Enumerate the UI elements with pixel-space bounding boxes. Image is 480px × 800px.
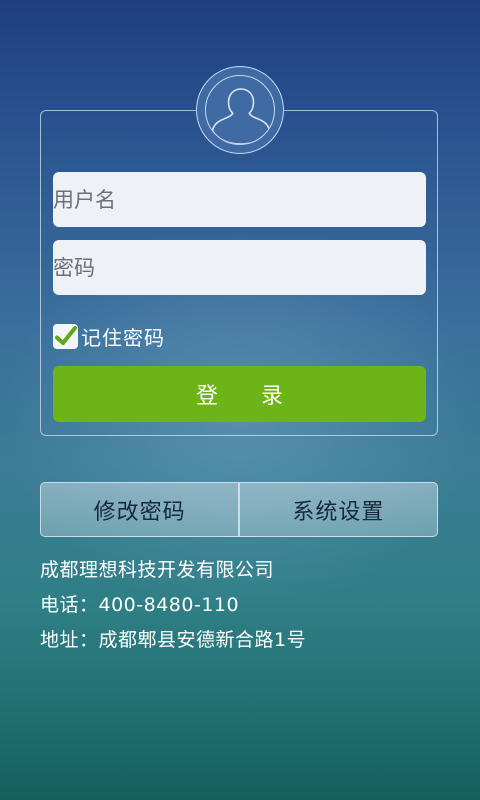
user-silhouette-icon xyxy=(205,75,275,145)
password-input[interactable] xyxy=(53,255,426,280)
remember-password-checkbox[interactable] xyxy=(53,323,78,349)
system-settings-button[interactable]: 系统设置 xyxy=(240,483,437,536)
action-bar: 修改密码 系统设置 xyxy=(40,482,438,537)
change-password-button[interactable]: 修改密码 xyxy=(41,483,238,536)
username-field[interactable] xyxy=(53,172,426,227)
username-input[interactable] xyxy=(53,187,426,212)
login-button[interactable]: 登 录 xyxy=(53,366,426,422)
checkmark-icon xyxy=(55,325,77,345)
avatar xyxy=(196,66,284,154)
company-address: 地址：成都郫县安德新合路1号 xyxy=(40,629,307,651)
remember-password[interactable]: 记住密码 xyxy=(53,322,165,350)
company-name: 成都理想科技开发有限公司 xyxy=(40,559,275,581)
company-phone: 电话：400-8480-110 xyxy=(40,594,240,616)
password-field[interactable] xyxy=(53,240,426,295)
remember-password-label: 记住密码 xyxy=(81,325,165,350)
